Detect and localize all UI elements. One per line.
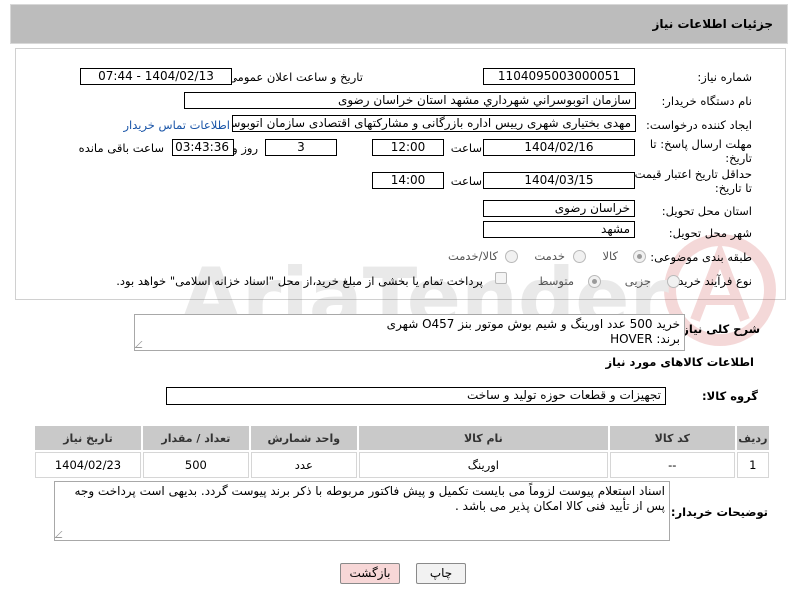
creator-field: مهدی بختیاری شهری رییس اداره بازرگانی و … <box>232 115 636 132</box>
process-label: نوع فرآیند خرید : <box>670 274 752 288</box>
creator-label: ایجاد کننده درخواست: <box>646 118 752 132</box>
buyer-contact-link[interactable]: اطلاعات تماس خریدار <box>123 118 230 132</box>
process-medium-radio[interactable] <box>588 275 601 288</box>
deadline-time-label: ساعت <box>450 141 482 155</box>
buyer-label: نام دستگاه خریدار: <box>661 94 752 108</box>
resize-handle-icon[interactable] <box>55 531 69 538</box>
process-partial-radio[interactable] <box>667 275 680 288</box>
remaining-label: ساعت باقی مانده <box>78 141 164 155</box>
cell-item-code: -- <box>609 452 735 478</box>
deadline-time-field: 12:00 <box>372 139 444 156</box>
description-textarea[interactable]: خرید 500 عدد اورینگ و شیم بوش موتور بنز … <box>134 314 685 351</box>
deadline-date-field: 1404/02/16 <box>483 139 635 156</box>
buyer-notes-text: اسناد استعلام پیوست لزوماً می بایست تکمی… <box>74 484 665 513</box>
cell-unit: عدد <box>250 452 357 478</box>
category-goods-radio[interactable] <box>633 250 646 263</box>
items-table: ردیف کد کالا نام کالا واحد شمارش تعداد /… <box>33 424 771 480</box>
remaining-time-field: 03:43:36 <box>172 139 234 156</box>
page-title: جزئیات اطلاعات نیاز <box>652 17 773 31</box>
buyer-notes-textarea[interactable]: اسناد استعلام پیوست لزوماً می بایست تکمی… <box>54 481 670 541</box>
city-field: مشهد <box>483 221 635 238</box>
col-quantity: تعداد / مقدار <box>142 426 249 450</box>
deadline-label: مهلت ارسال پاسخ: تا <box>649 137 752 151</box>
cell-need-date: 1404/02/23 <box>35 452 141 478</box>
process-medium-label: متوسط <box>537 274 574 288</box>
treasury-checkbox[interactable] <box>495 272 507 284</box>
table-row: 1 -- اورینگ عدد 500 1404/02/23 <box>35 452 769 478</box>
cell-item-name: اورینگ <box>358 452 608 478</box>
category-label: طبقه بندی موضوعی: <box>650 250 752 264</box>
need-number-label: شماره نیاز: <box>697 70 752 84</box>
validity-time-field: 14:00 <box>372 172 444 189</box>
table-header-row: ردیف کد کالا نام کالا واحد شمارش تعداد /… <box>35 426 769 450</box>
days-field: 3 <box>265 139 337 156</box>
buyer-notes-label: توضیحات خریدار: <box>670 505 768 519</box>
goods-info-title: اطلاعات کالاهای مورد نیاز <box>605 355 754 369</box>
deadline-label-2: تاریخ: <box>725 151 752 165</box>
validity-label-2: تا تاریخ: <box>714 181 752 195</box>
validity-time-label: ساعت <box>450 174 482 188</box>
province-label: استان محل تحویل: <box>661 204 752 218</box>
cell-quantity: 500 <box>142 452 249 478</box>
description-line-2: برند: HOVER <box>610 332 680 346</box>
process-partial-label: جزیی <box>624 274 651 288</box>
category-both-label: کالا/خدمت <box>447 249 498 263</box>
need-number-field: 1104095003000051 <box>483 68 635 85</box>
announce-label: تاریخ و ساعت اعلان عمومی: <box>224 70 363 84</box>
print-button[interactable]: چاپ <box>416 563 466 584</box>
col-row-number: ردیف <box>736 426 769 450</box>
category-goods-label: کالا <box>602 249 618 263</box>
buyer-field: سازمان اتوبوسراني شهرداري مشهد استان خرا… <box>184 92 636 109</box>
description-label: شرح کلی نیاز: <box>677 322 760 336</box>
days-label: روز و <box>232 141 258 155</box>
back-button[interactable]: بازگشت <box>340 563 400 584</box>
city-label: شهر محل تحویل: <box>668 226 752 240</box>
province-field: خراسان رضوی <box>483 200 635 217</box>
col-unit: واحد شمارش <box>250 426 357 450</box>
announce-field: 1404/02/13 - 07:44 <box>80 68 232 85</box>
description-line-1: خرید 500 عدد اورینگ و شیم بوش موتور بنز … <box>386 317 680 331</box>
col-item-code: کد کالا <box>609 426 735 450</box>
page-header: جزئیات اطلاعات نیاز <box>10 4 788 44</box>
category-service-label: خدمت <box>534 249 565 263</box>
goods-group-label: گروه کالا: <box>702 389 758 403</box>
process-note: پرداخت تمام یا بخشی از مبلغ خرید،از محل … <box>116 274 483 288</box>
validity-date-field: 1404/03/15 <box>483 172 635 189</box>
category-both-radio[interactable] <box>505 250 518 263</box>
col-item-name: نام کالا <box>358 426 608 450</box>
col-need-date: تاریخ نیاز <box>35 426 141 450</box>
category-service-radio[interactable] <box>573 250 586 263</box>
validity-label: حداقل تاریخ اعتبار قیمت: <box>630 167 752 181</box>
cell-row-number: 1 <box>736 452 769 478</box>
goods-group-field: تجهیزات و قطعات حوزه تولید و ساخت <box>166 387 666 405</box>
